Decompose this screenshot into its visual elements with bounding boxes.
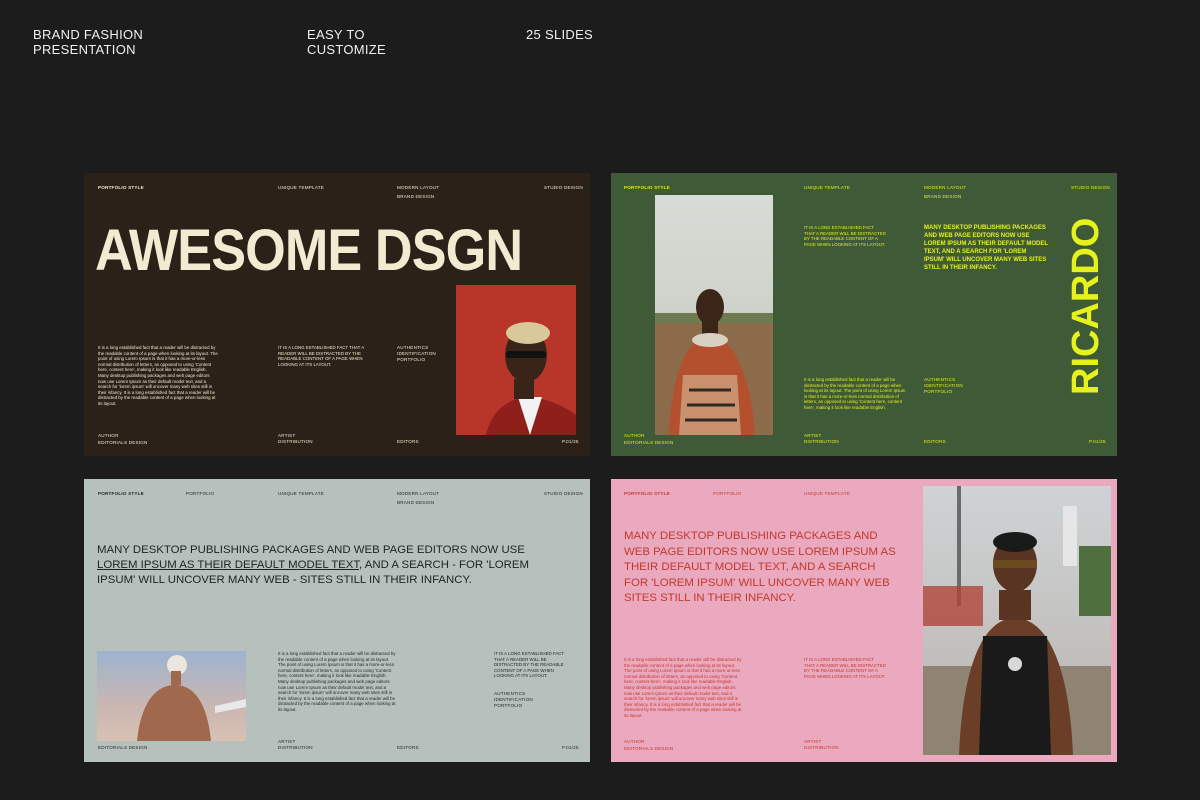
headline-line: MANY DESKTOP PUBLISHING PACKAGES AND WEB…: [97, 544, 525, 556]
mid-paragraph: IT IS A LONG ESTABLISHED FACT THAT A REA…: [804, 225, 886, 247]
page-number: P.01/25: [562, 745, 579, 750]
label-distribution: DISTRIBUTION: [278, 439, 313, 444]
header-line: BRAND FASHION: [33, 27, 144, 42]
page-number: P.01/25: [1089, 439, 1106, 444]
body-paragraph: It is a long established fact that a rea…: [278, 651, 396, 712]
label-distribution: DISTRIBUTION: [278, 745, 313, 750]
slide-desktop-publishing-grey: PORTFOLIO STYLE PORTFOLIO UNIQUE TEMPLAT…: [84, 479, 590, 762]
slide-headline: AWESOME DSGN: [95, 218, 523, 283]
label-modern-layout: MODERN LAYOUT: [397, 491, 440, 496]
label-editorials: EDITORIALS DESIGN: [624, 746, 674, 751]
label-unique-template: UNIQUE TEMPLATE: [278, 185, 324, 190]
headline-underlined: LOREM IPSUM AS THEIR DEFAULT MODEL TEXT: [97, 559, 360, 571]
slide-headline: MANY DESKTOP PUBLISHING PACKAGES AND WEB…: [624, 530, 896, 604]
label-editorials: EDITORIALS DESIGN: [98, 440, 148, 445]
label-brand-design: BRAND DESIGN: [924, 194, 962, 199]
label-author: AUTHOR: [624, 739, 645, 744]
mid-paragraph: IT IS A LONG ESTABLISHED FACT THAT A REA…: [804, 657, 886, 679]
label-unique-template: UNIQUE TEMPLATE: [804, 491, 850, 496]
header-line: EASY TO: [307, 27, 365, 42]
header-line: CUSTOMIZE: [307, 42, 387, 57]
page-number: P.01/25: [562, 439, 579, 444]
header-easy-customize: EASY TO CUSTOMIZE: [307, 27, 386, 57]
label-portfolio: PORTFOLIO: [186, 491, 215, 496]
label-studio-design: STUDIO DESIGN: [1071, 185, 1110, 190]
label-portfolio-style: PORTFOLIO STYLE: [98, 185, 144, 190]
label-unique-template: UNIQUE TEMPLATE: [804, 185, 850, 190]
body-paragraph: It is a long established fact that a rea…: [624, 657, 742, 718]
label-unique-template: UNIQUE TEMPLATE: [278, 491, 324, 496]
label-editors: EDITORS: [397, 745, 419, 750]
mid-paragraph: IT IS A LONG ESTABLISHED FACT THAT A REA…: [278, 345, 364, 367]
label-modern-layout: MODERN LAYOUT: [397, 185, 440, 190]
portrait-photo-field: [655, 195, 773, 435]
slide-ricardo: PORTFOLIO STYLE UNIQUE TEMPLATE MODERN L…: [611, 173, 1117, 456]
label-portfolio-style: PORTFOLIO STYLE: [624, 185, 670, 190]
label-editors: EDITORS: [397, 439, 419, 444]
label-distribution: DISTRIBUTION: [804, 745, 839, 750]
headline-line: , AND A SEARCH - FOR 'LOREM: [359, 559, 529, 571]
slide-desktop-publishing-pink: PORTFOLIO STYLE PORTFOLIO UNIQUE TEMPLAT…: [611, 479, 1117, 762]
right-paragraph: MANY DESKTOP PUBLISHING PACKAGES AND WEB…: [924, 225, 1048, 271]
slide-headline: MANY DESKTOP PUBLISHING PACKAGES AND WEB…: [97, 543, 567, 588]
lower-paragraph: It is a long established fact that a rea…: [804, 377, 906, 410]
tag: PORTFOLIO: [494, 703, 523, 708]
right-paragraph: IT IS A LONG ESTABLISHED FACT THAT A REA…: [494, 651, 565, 679]
label-editorials: EDITORIALS DESIGN: [624, 440, 674, 445]
label-editorials: EDITORIALS DESIGN: [98, 745, 148, 750]
label-author: AUTHOR: [98, 433, 119, 438]
body-paragraph: It is a long established fact that a rea…: [98, 345, 218, 406]
tag: PORTFOLIO: [924, 389, 953, 394]
header-slide-count: 25 SLIDES: [526, 27, 594, 42]
label-modern-layout: MODERN LAYOUT: [924, 185, 967, 190]
label-distribution: DISTRIBUTION: [804, 439, 839, 444]
model-photo-sky: [97, 651, 246, 741]
label-editors: EDITORS: [924, 439, 946, 444]
label-portfolio-style: PORTFOLIO STYLE: [98, 491, 144, 496]
label-studio-design: STUDIO DESIGN: [544, 185, 583, 190]
label-author: AUTHOR: [624, 433, 645, 438]
portrait-photo-street: [923, 486, 1111, 755]
headline-line: IPSUM' WILL UNCOVER MANY WEB - SITES STI…: [97, 574, 472, 586]
header-line: PRESENTATION: [33, 42, 136, 57]
portrait-photo-red: [456, 285, 576, 435]
label-portfolio: PORTFOLIO: [713, 491, 742, 496]
label-portfolio-style: PORTFOLIO STYLE: [624, 491, 670, 496]
vertical-name: RICARDO: [1065, 217, 1107, 395]
label-brand-design: BRAND DESIGN: [397, 500, 435, 505]
slide-awesome-dsgn: PORTFOLIO STYLE UNIQUE TEMPLATE MODERN L…: [84, 173, 590, 456]
header-brand-fashion: BRAND FASHION PRESENTATION: [33, 27, 143, 57]
tag: PORTFOLIO: [397, 357, 426, 362]
label-brand-design: BRAND DESIGN: [397, 194, 435, 199]
label-studio-design: STUDIO DESIGN: [544, 491, 583, 496]
